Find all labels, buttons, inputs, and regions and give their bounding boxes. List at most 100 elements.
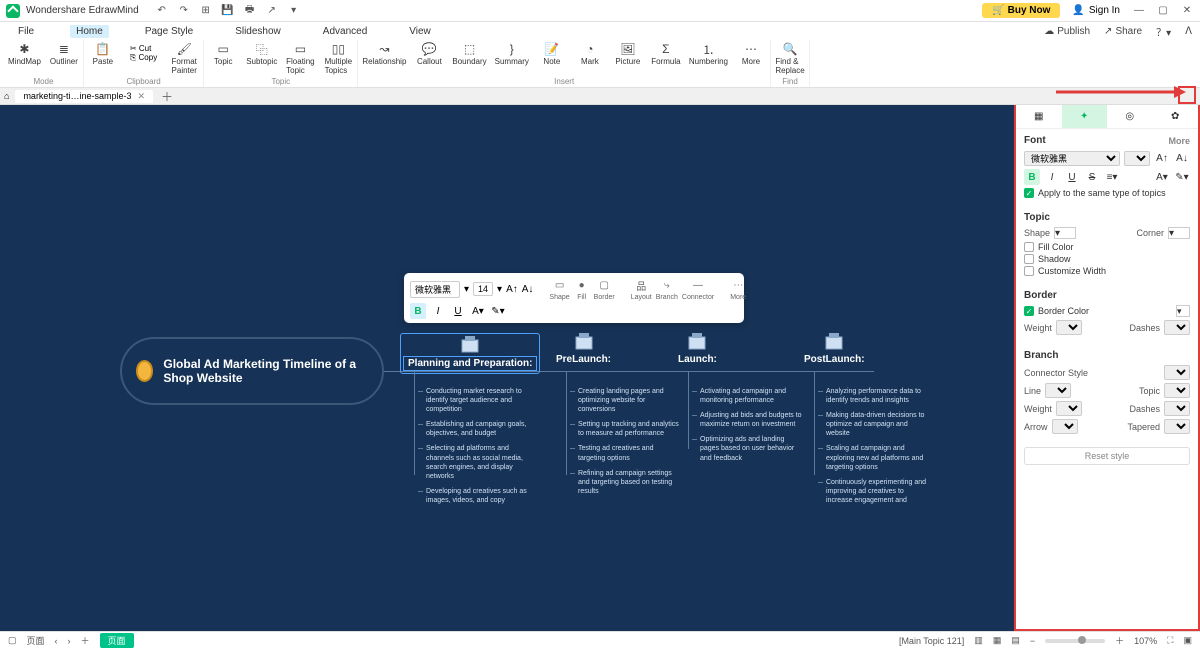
phase-node[interactable]: Planning and Preparation: xyxy=(400,333,540,374)
menu-home[interactable]: Home xyxy=(70,25,109,38)
border-weight[interactable]: — xyxy=(1056,320,1082,335)
branch-arrow[interactable]: — xyxy=(1052,419,1078,434)
page-prev-icon[interactable]: ‹ xyxy=(55,636,58,646)
shadow-checkbox[interactable]: Shadow xyxy=(1024,254,1190,264)
phase-node[interactable]: PreLaunch: xyxy=(552,333,615,366)
share-button[interactable]: ↗ Share xyxy=(1104,26,1142,37)
minimize-icon[interactable]: — xyxy=(1132,4,1146,18)
branch-weight[interactable]: — xyxy=(1056,401,1082,416)
phase-item[interactable]: Creating landing pages and optimizing we… xyxy=(570,387,680,414)
phase-item[interactable]: Developing ad creatives such as images, … xyxy=(418,487,528,505)
print-icon[interactable]: 🖶 xyxy=(243,4,257,18)
bordercolor-swatch[interactable]: ▾ xyxy=(1176,305,1190,317)
panel-tab-mark[interactable]: ◎ xyxy=(1107,105,1153,128)
ft-fill-icon[interactable]: ● xyxy=(574,277,590,293)
menu-view[interactable]: View xyxy=(403,25,437,38)
font-shrink-icon[interactable]: A↓ xyxy=(1174,150,1190,166)
zoom-slider[interactable] xyxy=(1045,639,1105,643)
export-icon[interactable]: ↗ xyxy=(265,4,279,18)
cut-button[interactable]: ✂ Cut xyxy=(130,44,157,53)
apply-same-type-checkbox[interactable]: ✓Apply to the same type of topics xyxy=(1024,188,1190,198)
more-insert-button[interactable]: ⋯More xyxy=(736,42,766,66)
branch-line[interactable] xyxy=(1045,383,1071,398)
mindmap-button[interactable]: ✱MindMap xyxy=(8,42,41,66)
find-button[interactable]: 🔍Find & Replace xyxy=(775,42,805,75)
menu-advanced[interactable]: Advanced xyxy=(317,25,373,38)
branch-dashes[interactable]: — xyxy=(1164,401,1190,416)
phase-item[interactable]: Scaling ad campaign and exploring new ad… xyxy=(818,444,928,471)
floating-topic-button[interactable]: ▭Floating Topic xyxy=(285,42,315,75)
connector-style[interactable]: ≡ xyxy=(1164,365,1190,380)
phase-item[interactable]: Adjusting ad bids and budgets to maximiz… xyxy=(692,411,802,429)
phase-item[interactable]: Activating ad campaign and monitoring pe… xyxy=(692,387,802,405)
ft-more-icon[interactable]: ⋯ xyxy=(730,277,746,293)
phase-item[interactable]: Setting up tracking and analytics to mea… xyxy=(570,420,680,438)
ft-bold-icon[interactable]: B xyxy=(410,303,426,319)
topic-button[interactable]: ▭Topic xyxy=(208,42,238,75)
help-icon[interactable]: ？▾ xyxy=(1156,24,1171,39)
page-next-icon[interactable]: › xyxy=(68,636,71,646)
branch-tapered[interactable]: ⟋ xyxy=(1164,419,1190,434)
font-family-select[interactable]: 微软雅黑 xyxy=(1024,151,1120,166)
phase-item[interactable]: Conducting market research to identify t… xyxy=(418,387,528,414)
view3-icon[interactable]: ▤ xyxy=(1011,635,1020,646)
panel-tab-style[interactable]: ✦ xyxy=(1062,105,1108,128)
view1-icon[interactable]: ▥ xyxy=(974,635,983,646)
font-more-link[interactable]: More xyxy=(1168,136,1190,146)
redo-icon[interactable]: ↷ xyxy=(177,4,191,18)
mark-button[interactable]: ◔Mark xyxy=(575,42,605,66)
collapse-ribbon-icon[interactable]: ᐱ xyxy=(1185,26,1192,37)
ft-highlight-icon[interactable]: ✎▾ xyxy=(490,303,506,319)
phase-item[interactable]: Optimizing ads and landing pages based o… xyxy=(692,435,802,462)
fillcolor-checkbox[interactable]: Fill Color xyxy=(1024,242,1190,252)
view2-icon[interactable]: ▦ xyxy=(993,635,1002,646)
fullscreen-icon[interactable]: ▣ xyxy=(1183,635,1192,646)
phase-item[interactable]: Establishing ad campaign goals, objectiv… xyxy=(418,420,528,438)
ft-size-dd[interactable]: ▾ xyxy=(497,281,502,297)
highlight-icon[interactable]: ✎▾ xyxy=(1174,169,1190,185)
phase-item[interactable]: Continuously experimenting and improving… xyxy=(818,478,928,505)
tab-home-icon[interactable]: ⌂ xyxy=(4,91,9,101)
ft-font-size[interactable]: 14 xyxy=(473,282,493,296)
ft-connector-icon[interactable]: — xyxy=(690,277,706,293)
new-icon[interactable]: ⊞ xyxy=(199,4,213,18)
callout-button[interactable]: 💬Callout xyxy=(414,42,444,66)
corner-select[interactable]: ▾ xyxy=(1168,227,1190,239)
save-icon[interactable]: 💾 xyxy=(221,4,235,18)
page-chip[interactable]: 页面 xyxy=(100,633,134,648)
panel-tab-page[interactable]: ▦ xyxy=(1016,105,1062,128)
multiple-topics-button[interactable]: ▯▯Multiple Topics xyxy=(323,42,353,75)
close-icon[interactable]: ✕ xyxy=(1180,4,1194,18)
ft-fontcolor-icon[interactable]: A▾ xyxy=(470,303,486,319)
ft-border-icon[interactable]: ▢ xyxy=(596,277,612,293)
numbering-button[interactable]: ⒈Numbering xyxy=(689,42,728,66)
qat-more-icon[interactable]: ▾ xyxy=(287,4,301,18)
menu-slideshow[interactable]: Slideshow xyxy=(229,25,287,38)
document-tab[interactable]: marketing-ti…ine-sample-3 ✕ xyxy=(15,90,153,103)
tab-close-icon[interactable]: ✕ xyxy=(137,91,145,102)
panel-tab-icon[interactable]: ✿ xyxy=(1153,105,1199,128)
canvas[interactable]: 微软雅黑▾ 14▾ A↑ A↓ ▭Shape ●Fill ▢Border 品La… xyxy=(0,105,1014,631)
reset-style-button[interactable]: Reset style xyxy=(1024,447,1190,465)
ft-shape-icon[interactable]: ▭ xyxy=(552,277,568,293)
publish-button[interactable]: ☁ Publish xyxy=(1044,26,1090,37)
paste-button[interactable]: 📋Paste xyxy=(88,42,118,75)
formula-button[interactable]: ΣFormula xyxy=(651,42,681,66)
phase-item[interactable]: Selecting ad platforms and channels such… xyxy=(418,444,528,480)
picture-button[interactable]: 🖼Picture xyxy=(613,42,643,66)
summary-button[interactable]: }Summary xyxy=(495,42,529,66)
subtopic-button[interactable]: ⿻Subtopic xyxy=(246,42,277,75)
boundary-button[interactable]: ⬚Boundary xyxy=(452,42,486,66)
ft-font-family[interactable]: 微软雅黑 xyxy=(410,281,460,298)
fontcolor-icon[interactable]: A▾ xyxy=(1154,169,1170,185)
relation-button[interactable]: ↝Relationship xyxy=(362,42,406,66)
menu-file[interactable]: File xyxy=(12,25,40,38)
strike-icon[interactable]: S xyxy=(1084,169,1100,185)
font-grow-icon[interactable]: A↑ xyxy=(1154,150,1170,166)
phase-node[interactable]: Launch: xyxy=(674,333,721,366)
buy-now-button[interactable]: 🛒 Buy Now xyxy=(982,3,1060,18)
font-size-select[interactable]: 14 xyxy=(1124,151,1150,166)
phase-item[interactable]: Making data-driven decisions to optimize… xyxy=(818,411,928,438)
bold-icon[interactable]: B xyxy=(1024,169,1040,185)
format-painter-button[interactable]: 🖌Format Painter xyxy=(169,42,199,75)
